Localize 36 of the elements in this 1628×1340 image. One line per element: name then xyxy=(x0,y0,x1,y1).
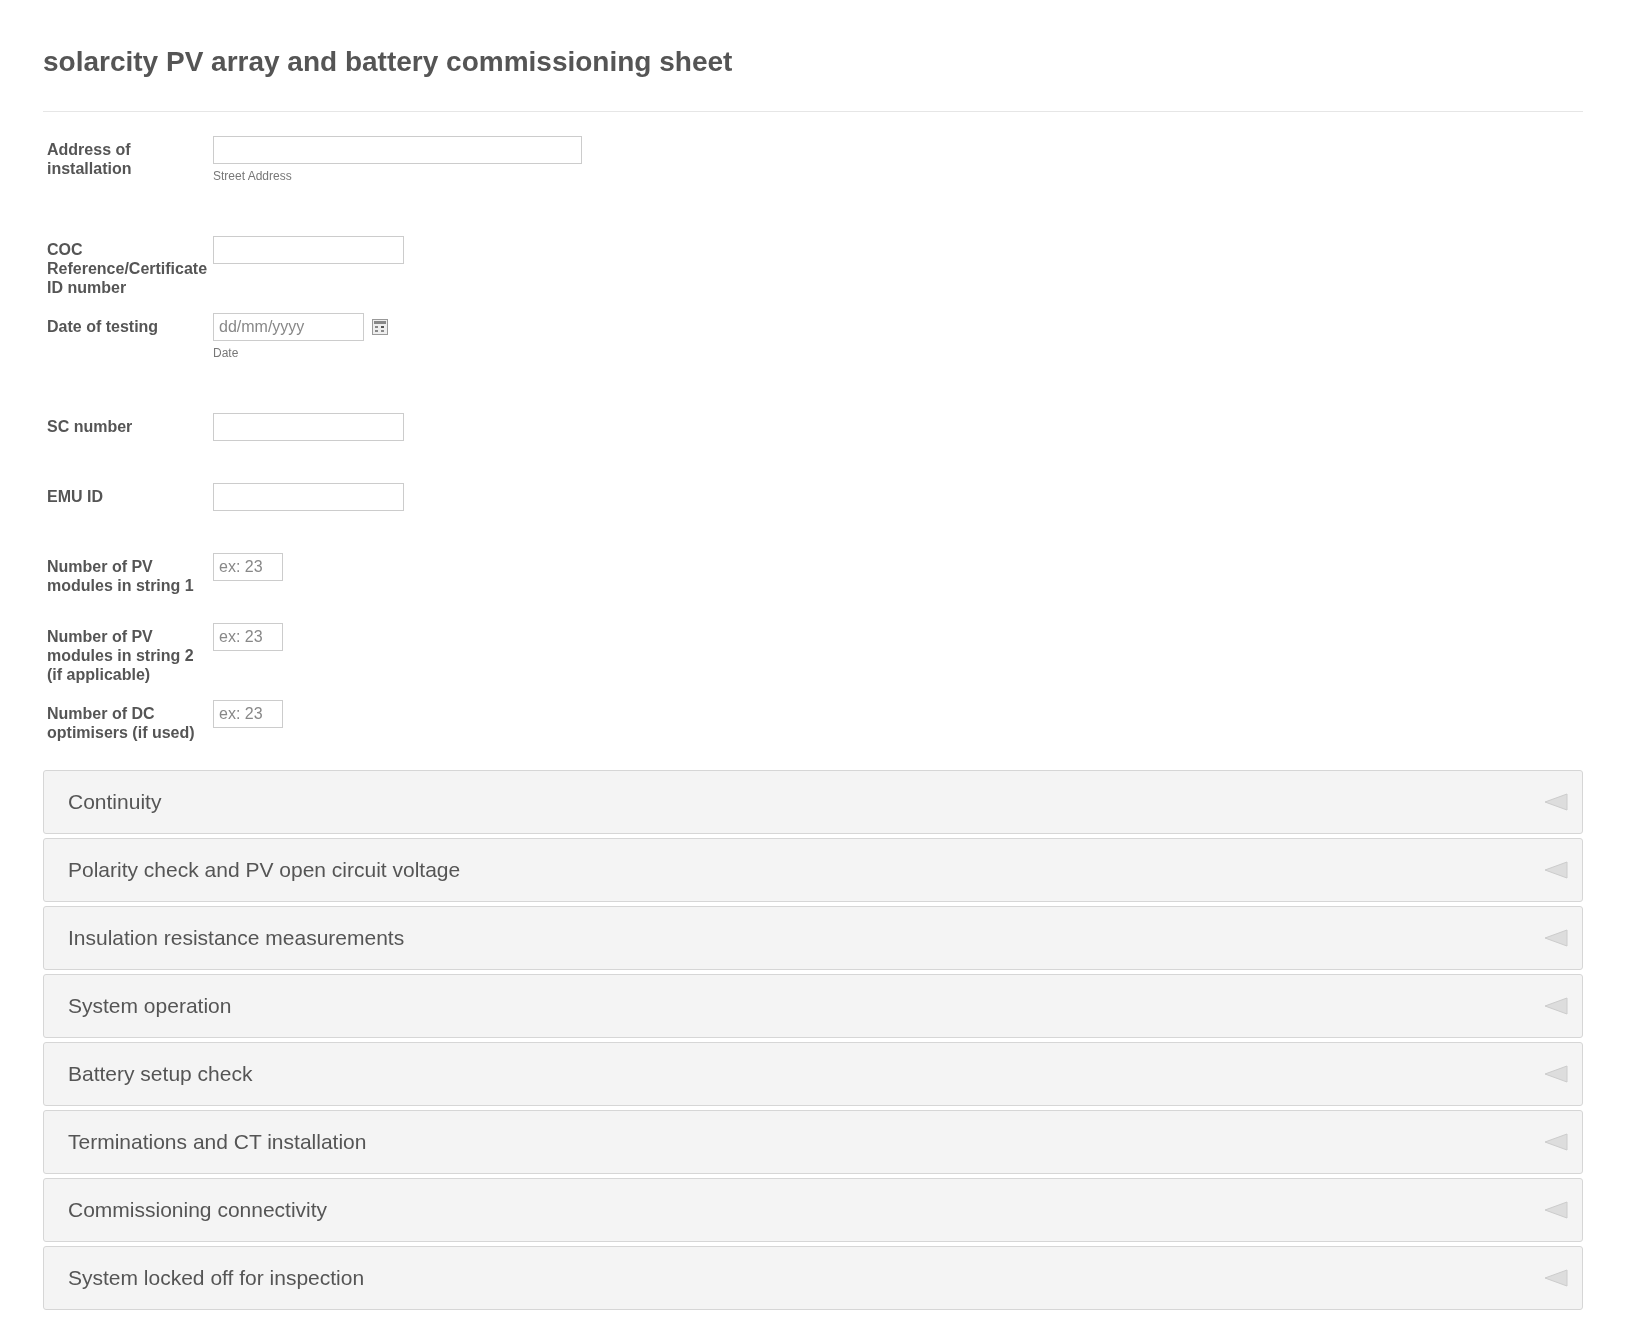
field-label: Number of PV modules in string 2 (if applicable) xyxy=(46,627,195,684)
triangle-left-icon xyxy=(1544,997,1568,1015)
collapsible-section-header[interactable]: Insulation resistance measurements xyxy=(43,906,1583,970)
collapsible-section-header[interactable]: Battery setup check xyxy=(43,1042,1583,1106)
form-title: solarcity PV array and battery commissioning sheet xyxy=(43,46,734,78)
triangle-left-icon xyxy=(1544,1133,1568,1151)
input-field[interactable]: ex: 23 xyxy=(213,700,283,728)
collapsible-section-header[interactable]: Continuity xyxy=(43,770,1583,834)
collapsible-section-header[interactable]: System locked off for inspection xyxy=(43,1246,1583,1310)
collapsible-section-header[interactable]: Polarity check and PV open circuit voltage xyxy=(43,838,1583,902)
field-label: COC Reference/Certificate ID number xyxy=(46,240,209,297)
triangle-left-icon xyxy=(1544,1201,1568,1219)
triangle-left-icon xyxy=(1544,793,1568,811)
field-label: Address of installation xyxy=(46,140,133,179)
field-label: EMU ID xyxy=(46,487,104,507)
input-field[interactable]: ex: 23 xyxy=(213,553,283,581)
triangle-left-icon xyxy=(1544,861,1568,879)
triangle-left-icon xyxy=(1544,1065,1568,1083)
field-sublabel: Street Address xyxy=(213,169,293,183)
calendar-icon[interactable] xyxy=(372,319,388,335)
field-label: Date of testing xyxy=(46,317,160,337)
collapsible-section-header[interactable]: Terminations and CT installation xyxy=(43,1110,1583,1174)
field-sublabel: Date xyxy=(213,346,240,360)
triangle-left-icon xyxy=(1544,1269,1568,1287)
collapsible-section-header[interactable]: System operation xyxy=(43,974,1583,1038)
input-field[interactable] xyxy=(213,483,404,511)
input-field[interactable] xyxy=(213,236,404,264)
input-field[interactable]: ex: 23 xyxy=(213,623,283,651)
collapsible-section-header[interactable]: Commissioning connectivity xyxy=(43,1178,1583,1242)
field-label: SC number xyxy=(46,417,134,437)
field-label: Number of PV modules in string 1 xyxy=(46,557,195,596)
input-field[interactable] xyxy=(213,413,404,441)
triangle-left-icon xyxy=(1544,929,1568,947)
field-label: Number of DC optimisers (if used) xyxy=(46,704,196,743)
input-field[interactable] xyxy=(213,136,582,164)
date-field[interactable]: dd/mm/yyyy xyxy=(213,313,364,341)
